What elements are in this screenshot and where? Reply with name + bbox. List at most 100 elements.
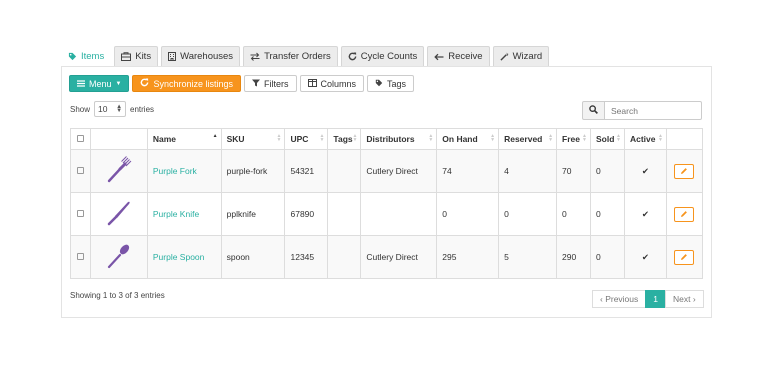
sort-icon: ▲ ▼ bbox=[548, 133, 554, 143]
col-header-tags[interactable]: Tags ▲ ▼ bbox=[327, 128, 362, 150]
active-check-icon: ✔ bbox=[623, 192, 667, 236]
sort-icon: ▲ ▼ bbox=[352, 133, 358, 143]
reserved-cell: 4 bbox=[498, 149, 558, 193]
col-header-label: Name bbox=[152, 134, 177, 144]
col-header-free[interactable]: Free ▲ ▼ bbox=[556, 128, 591, 150]
tag-icon bbox=[375, 79, 383, 89]
pagination: ‹ Previous 1 Next › bbox=[592, 290, 704, 308]
on-hand-cell: 0 bbox=[436, 192, 500, 236]
search-icon bbox=[589, 105, 598, 116]
sort-icon: ▲ ▼ bbox=[657, 133, 663, 143]
distributors-cell: Cutlery Direct bbox=[360, 149, 438, 193]
select-arrows-icon: ▲ ▼ bbox=[116, 104, 123, 114]
sku-cell: purple-fork bbox=[220, 149, 286, 193]
row-checkbox[interactable] bbox=[76, 253, 84, 260]
col-header-label: Distributors bbox=[366, 134, 415, 144]
knife-icon bbox=[107, 201, 130, 226]
edit-button[interactable] bbox=[674, 163, 695, 179]
item-name-link[interactable]: Purple Spoon bbox=[153, 252, 205, 262]
table-row: Purple Fork purple-fork 54321 Cutlery Di… bbox=[70, 149, 704, 193]
edit-button[interactable] bbox=[674, 249, 695, 265]
tab-cycle-counts[interactable]: Cycle Counts bbox=[340, 46, 425, 66]
tab-items[interactable]: Items bbox=[61, 46, 112, 66]
select-all-checkbox[interactable] bbox=[76, 135, 84, 142]
col-header-sold[interactable]: Sold ▲ ▼ bbox=[590, 128, 625, 150]
upc-cell: 67890 bbox=[284, 192, 329, 236]
col-header-label: Free bbox=[562, 134, 580, 144]
refresh-icon bbox=[140, 78, 149, 89]
tags-button[interactable]: Tags bbox=[367, 75, 415, 92]
tab-transfer-orders[interactable]: Transfer Orders bbox=[243, 46, 338, 66]
search-input[interactable] bbox=[605, 101, 702, 120]
menu-button[interactable]: Menu ▼ bbox=[69, 75, 130, 92]
pencil-icon bbox=[681, 168, 688, 174]
page-length-select[interactable]: 10 ▲ ▼ bbox=[94, 101, 127, 117]
filter-icon bbox=[252, 79, 261, 89]
sort-icon: ▲ ▼ bbox=[582, 133, 587, 143]
image-header bbox=[89, 128, 148, 150]
col-header-label: Tags bbox=[333, 134, 353, 144]
item-image bbox=[89, 149, 148, 193]
edit-button[interactable] bbox=[674, 206, 695, 222]
col-header-on-hand[interactable]: On Hand ▲ ▼ bbox=[436, 128, 500, 150]
free-cell: 70 bbox=[556, 149, 591, 193]
tab-bar: Items Kits Warehouses Transfer Orders Cy… bbox=[61, 46, 711, 67]
sort-icon: ▲ ▼ bbox=[319, 133, 325, 143]
sort-icon: ▲ ▼ bbox=[428, 133, 434, 143]
search-box bbox=[582, 101, 702, 120]
search-button[interactable] bbox=[582, 101, 605, 120]
col-header-label: UPC bbox=[290, 134, 309, 144]
sort-icon: ▲ ▼ bbox=[490, 133, 496, 143]
sync-listings-button[interactable]: Synchronize listings bbox=[132, 75, 242, 92]
pencil-icon bbox=[681, 211, 688, 217]
actions-cell bbox=[665, 235, 704, 279]
col-header-reserved[interactable]: Reserved ▲ ▼ bbox=[498, 128, 558, 150]
table-row: Purple Spoon spoon 12345 Cutlery Direct … bbox=[70, 235, 704, 279]
table-row: Purple Knife pplknife 67890 0 0 0 0 ✔ bbox=[70, 192, 704, 236]
page-length-control: Show 10 ▲ ▼ entries bbox=[70, 101, 154, 117]
sort-icon: ▲ ▼ bbox=[616, 133, 621, 143]
tab-wizard[interactable]: Wizard bbox=[492, 46, 550, 66]
row-select-cell bbox=[70, 192, 91, 236]
transfer-icon bbox=[250, 52, 260, 61]
sold-cell: 0 bbox=[590, 192, 625, 236]
previous-page-button[interactable]: ‹ Previous bbox=[592, 290, 647, 308]
col-header-upc[interactable]: UPC ▲ ▼ bbox=[284, 128, 329, 150]
item-name-link[interactable]: Purple Fork bbox=[153, 166, 197, 176]
col-header-sku[interactable]: SKU ▲ ▼ bbox=[220, 128, 286, 150]
actions-cell bbox=[665, 149, 704, 193]
row-select-cell bbox=[70, 235, 91, 279]
row-checkbox[interactable] bbox=[76, 167, 84, 174]
row-checkbox[interactable] bbox=[76, 210, 84, 217]
tab-kits[interactable]: Kits bbox=[114, 46, 159, 66]
item-name-cell: Purple Knife bbox=[146, 192, 222, 236]
menu-label: Menu bbox=[89, 78, 112, 89]
columns-icon bbox=[307, 78, 317, 89]
next-page-button[interactable]: Next › bbox=[665, 290, 704, 308]
page-length-value: 10 bbox=[98, 104, 108, 114]
toolbar: Menu ▼ Synchronize listings Filters Colu… bbox=[69, 75, 415, 92]
spoon-icon bbox=[107, 244, 130, 269]
tab-label: Kits bbox=[135, 51, 152, 62]
tab-warehouses[interactable]: Warehouses bbox=[161, 46, 241, 66]
columns-button[interactable]: Columns bbox=[299, 75, 365, 92]
pencil-icon bbox=[681, 254, 688, 260]
distributors-cell bbox=[360, 192, 438, 236]
page-1-button[interactable]: 1 bbox=[645, 290, 666, 308]
show-label: Show bbox=[70, 104, 91, 114]
kit-icon bbox=[121, 52, 132, 61]
tag-icon bbox=[68, 52, 77, 61]
item-name-link[interactable]: Purple Knife bbox=[153, 209, 199, 219]
tab-receive[interactable]: Receive bbox=[427, 46, 490, 66]
col-header-distributors[interactable]: Distributors ▲ ▼ bbox=[360, 128, 438, 150]
free-cell: 0 bbox=[556, 192, 591, 236]
col-header-label: Reserved bbox=[504, 134, 543, 144]
bars-icon bbox=[77, 79, 85, 89]
item-name-cell: Purple Spoon bbox=[146, 235, 222, 279]
tab-label: Transfer Orders bbox=[264, 51, 331, 62]
col-header-active[interactable]: Active ▲ ▼ bbox=[623, 128, 667, 150]
sort-icon: ▲ ▼ bbox=[276, 133, 282, 143]
wand-icon bbox=[499, 52, 509, 61]
filters-button[interactable]: Filters bbox=[244, 75, 297, 92]
col-header-name[interactable]: Name ▲ bbox=[146, 128, 222, 150]
